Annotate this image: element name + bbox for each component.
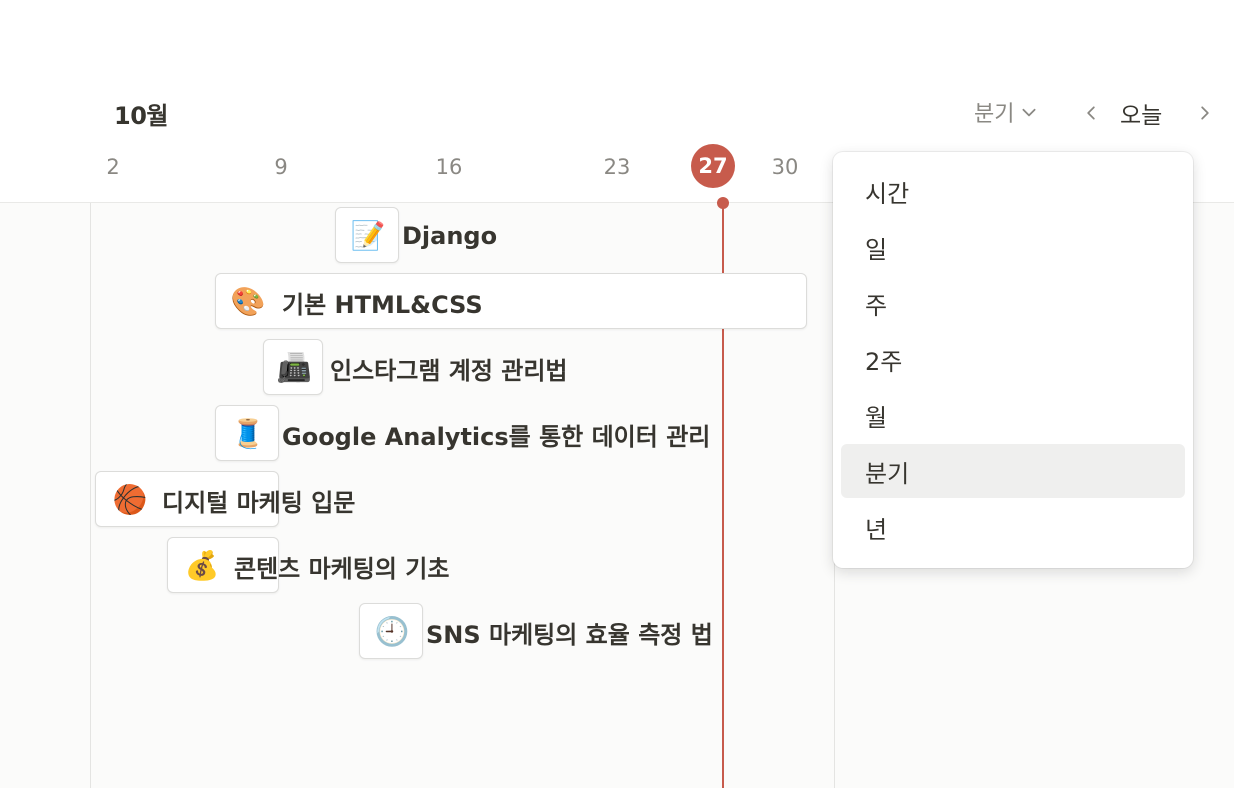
today-date-marker: 27 [691, 144, 735, 188]
date-tick: 23 [603, 155, 631, 179]
thread-spool-icon: 🧵 [230, 417, 266, 450]
today-line-dot [717, 197, 729, 209]
palette-icon: 🎨 [230, 285, 266, 318]
menu-item-hour[interactable]: 시간 [841, 164, 1185, 218]
timeline-item-title: 인스타그램 계정 관리법 [330, 356, 568, 385]
menu-item-quarter[interactable]: 분기 [841, 444, 1185, 498]
menu-item-year[interactable]: 년 [841, 500, 1185, 554]
money-bag-icon: 💰 [184, 549, 220, 582]
previous-period-button[interactable] [1080, 100, 1102, 126]
date-tick: 16 [435, 155, 463, 179]
timeline-item[interactable]: 🧵 Google Analytics를 통한 데이터 관리 [215, 405, 710, 461]
fax-icon: 📠 [276, 351, 312, 384]
menu-item-day[interactable]: 일 [841, 220, 1185, 274]
chevron-right-icon [1201, 106, 1209, 120]
timeline-item-title: SNS 마케팅의 효율 측정 법 [426, 620, 713, 649]
chevron-down-icon [1022, 108, 1037, 117]
timeline-item-title: 디지털 마케팅 입문 [162, 488, 356, 517]
month-boundary-line [90, 203, 91, 788]
next-period-button[interactable] [1194, 100, 1216, 126]
menu-item-month[interactable]: 월 [841, 388, 1185, 442]
timeline-item[interactable]: 🎨 기본 HTML&CSS [215, 273, 807, 329]
date-tick: 2 [106, 155, 120, 179]
timeline-item-title: Google Analytics를 통한 데이터 관리 [282, 422, 711, 451]
view-select-label: 분기 [974, 102, 1015, 127]
timeline-item[interactable]: 📝 Django [335, 207, 497, 263]
clock-icon: 🕘 [374, 615, 410, 648]
menu-item-week[interactable]: 주 [841, 276, 1185, 330]
timeline-item[interactable]: 🕘 SNS 마케팅의 효율 측정 법 [359, 603, 713, 659]
chevron-left-icon [1087, 106, 1095, 120]
basketball-icon: 🏀 [112, 483, 148, 516]
today-button[interactable]: 오늘 [1120, 96, 1162, 130]
timeline-item-title: 콘텐츠 마케팅의 기초 [234, 554, 450, 583]
timeline-item-title: Django [402, 222, 498, 250]
timeline-item[interactable]: 💰 콘텐츠 마케팅의 기초 [167, 537, 449, 593]
timeline-item[interactable]: 📠 인스타그램 계정 관리법 [263, 339, 568, 395]
timeline-item[interactable]: 🏀 디지털 마케팅 입문 [95, 471, 355, 527]
view-dropdown-menu: 시간 일 주 2주 월 분기 년 [833, 152, 1193, 568]
date-tick: 9 [274, 155, 288, 179]
date-tick: 30 [771, 155, 799, 179]
menu-item-two-weeks[interactable]: 2주 [841, 332, 1185, 386]
memo-icon: 📝 [350, 219, 386, 252]
month-title: 10월 [114, 102, 168, 130]
timeline-item-title: 기본 HTML&CSS [282, 290, 483, 319]
view-select-button[interactable]: 분기 [974, 98, 1038, 127]
